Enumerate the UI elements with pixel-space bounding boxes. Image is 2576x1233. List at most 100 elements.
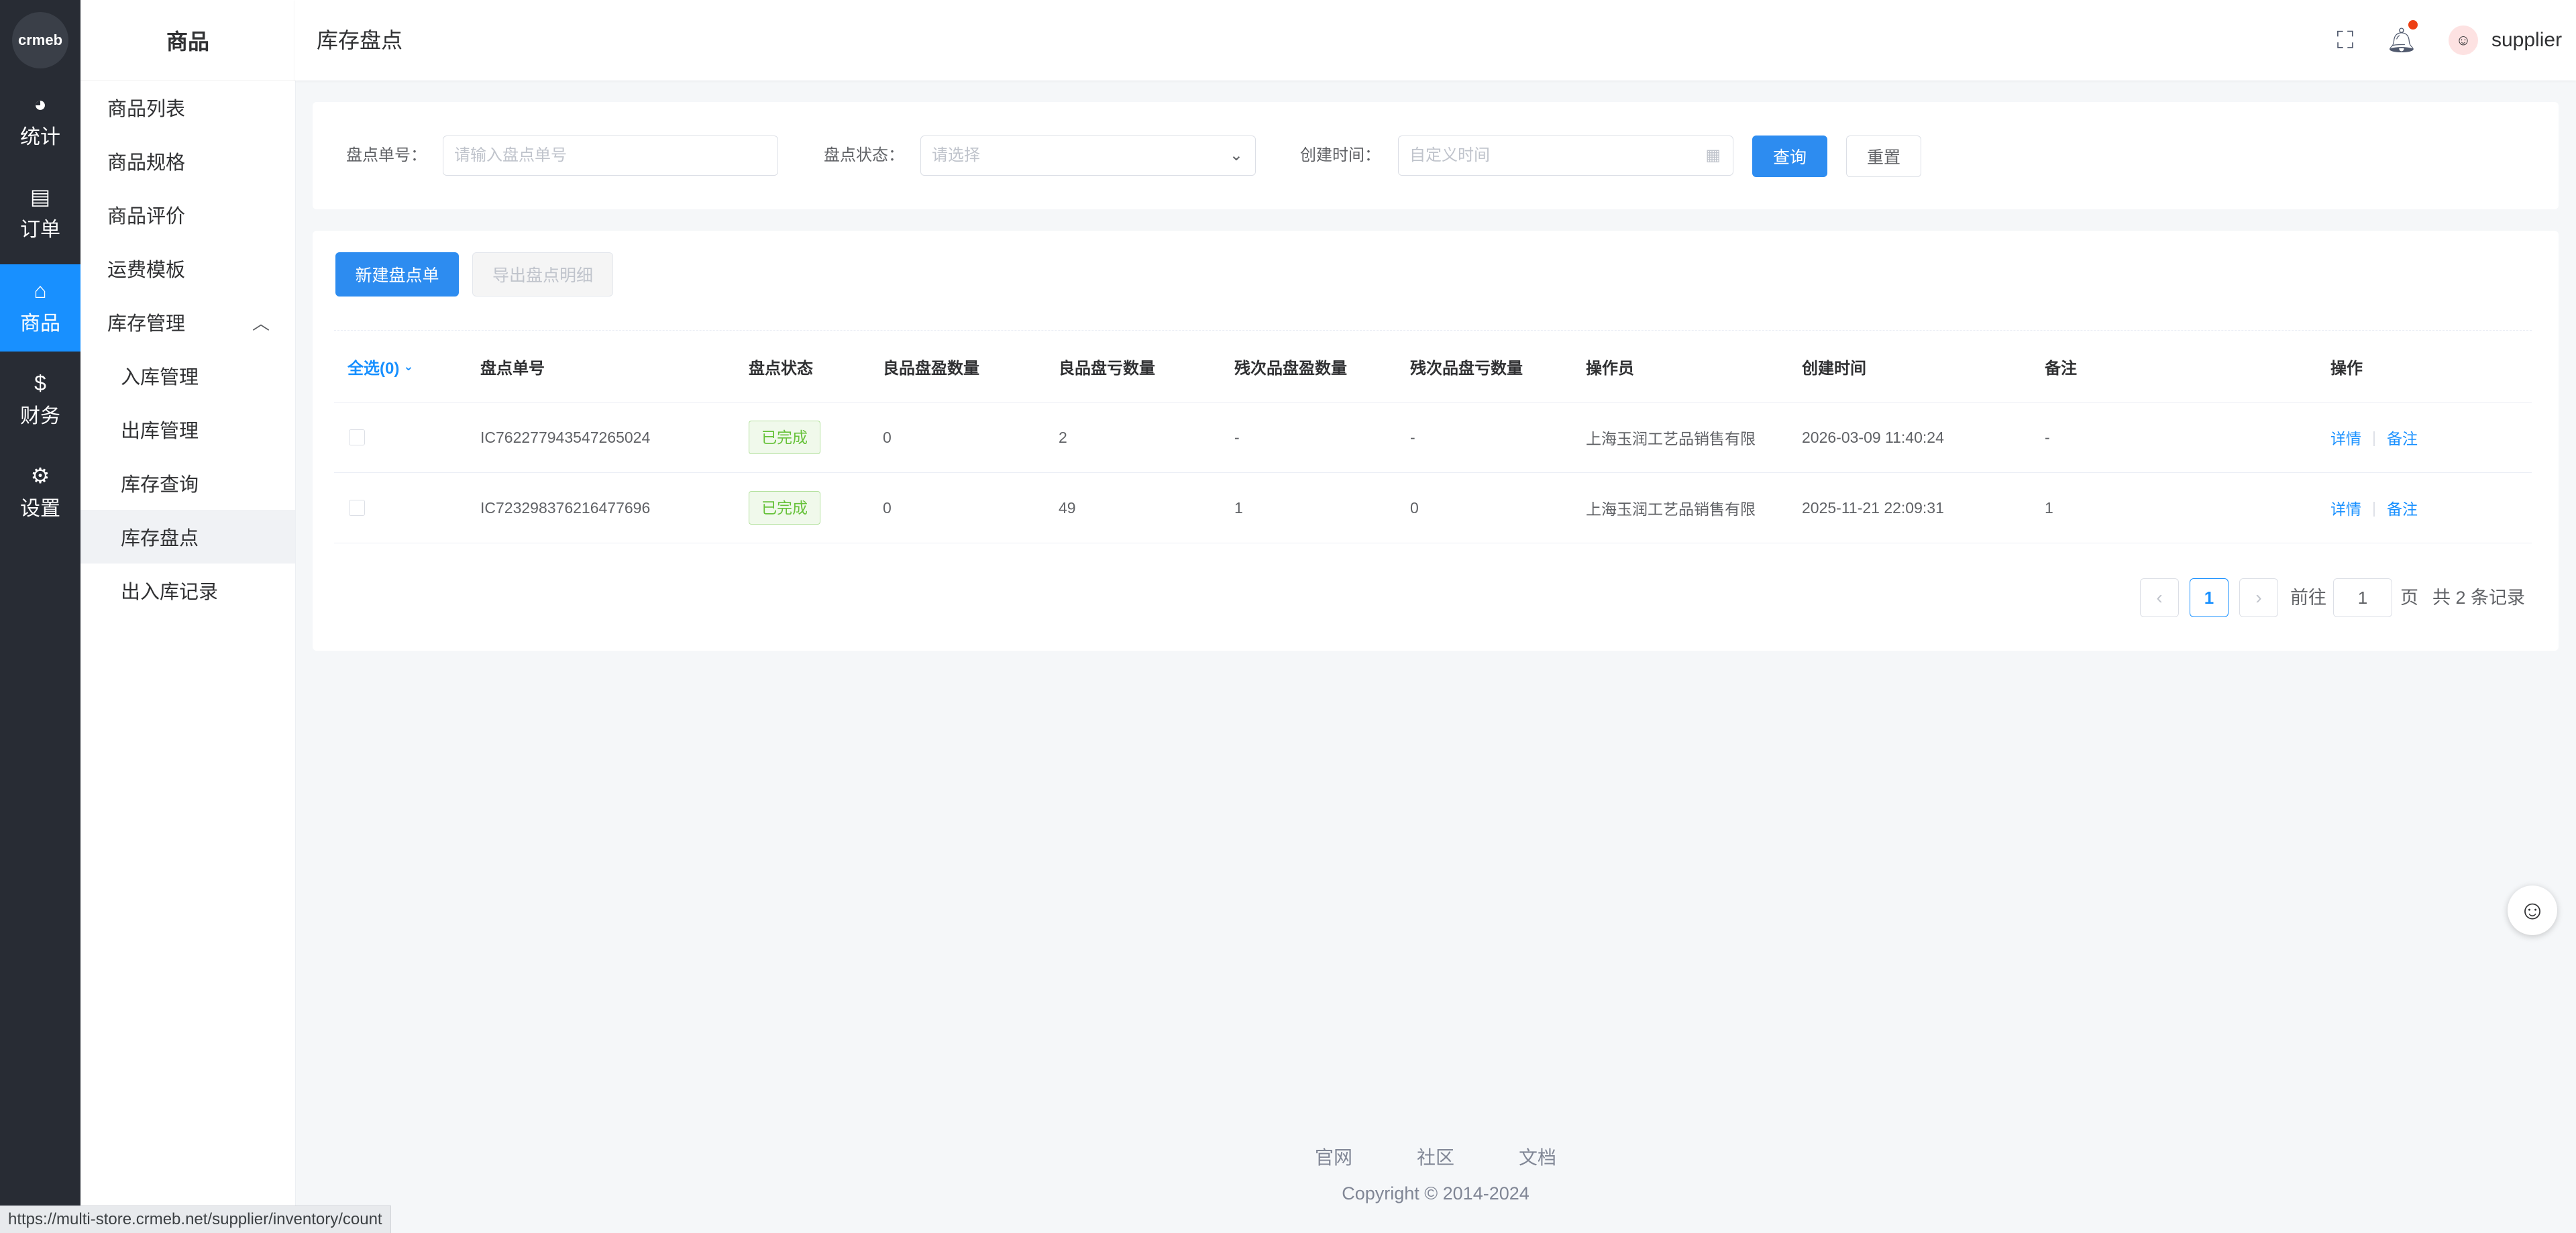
- order-no-input[interactable]: 请输入盘点单号: [443, 136, 778, 176]
- actions-cell: 详情 | 备注: [2330, 403, 2418, 472]
- basket-icon: ⌂: [34, 278, 47, 303]
- table-row: IC762277943547265024 已完成 0 2 - - 上海玉润工艺品…: [334, 403, 2532, 473]
- dollar-icon: $: [34, 371, 46, 395]
- list-panel: 新建盘点单 导出盘点明细 全选(0) ⌄ 盘点单号 盘点状态 良品盘盈数量 良品…: [313, 231, 2559, 651]
- goto-page-input[interactable]: 1: [2333, 578, 2392, 617]
- total-records: 共 2 条记录: [2432, 588, 2526, 608]
- menu-item-product-review[interactable]: 商品评价: [80, 188, 295, 242]
- table-row: IC723298376216477696 已完成 0 49 1 0 上海玉润工艺…: [334, 473, 2532, 543]
- support-avatar[interactable]: ☺: [2508, 886, 2557, 935]
- status-select[interactable]: 请选择 ⌄: [920, 136, 1256, 176]
- sub-menu: 商品 商品列表 商品规格 商品评价 运费模板 库存管理 ︿ 入库管理 出库管理 …: [80, 0, 296, 1233]
- rail-item-label: 商品: [20, 313, 60, 335]
- reset-button[interactable]: 重置: [1846, 136, 1921, 177]
- defect-gain-cell: -: [1234, 428, 1240, 446]
- good-loss-cell: 49: [1059, 498, 1076, 517]
- row-checkbox[interactable]: [349, 500, 365, 516]
- operator-cell: 上海玉润工艺品销售有限: [1586, 430, 1756, 447]
- rail-item-statistics[interactable]: ◕ 统计: [0, 78, 80, 165]
- link-status-bar: https://multi-store.crmeb.net/supplier/i…: [0, 1205, 391, 1233]
- chevron-up-icon: ︿: [252, 313, 270, 333]
- menu-item-stock-query[interactable]: 库存查询: [80, 456, 295, 510]
- status-badge: 已完成: [749, 491, 820, 525]
- rail-item-label: 统计: [20, 126, 60, 148]
- menu-item-stock-out[interactable]: 出库管理: [80, 403, 295, 456]
- defect-gain-cell: 1: [1234, 498, 1243, 517]
- rail-item-label: 财务: [20, 405, 60, 427]
- menu-item-stock-count[interactable]: 库存盘点: [80, 510, 295, 564]
- menu-item-stock-records[interactable]: 出入库记录: [80, 564, 295, 617]
- good-loss-cell: 2: [1059, 428, 1067, 446]
- date-range-picker[interactable]: 自定义时间 ▦: [1398, 136, 1733, 176]
- notification-dot: [2408, 20, 2418, 30]
- created-cell: 2025-11-21 22:09:31: [1802, 498, 1944, 517]
- document-icon: ▤: [30, 184, 51, 209]
- footer-link-docs[interactable]: 文档: [1519, 1143, 1556, 1170]
- sub-menu-title: 商品: [80, 0, 295, 81]
- main-nav-rail: crmeb ◕ 统计 ▤ 订单 ⌂ 商品 $ 财务 ⚙ 设置: [0, 0, 80, 1233]
- menu-item-product-spec[interactable]: 商品规格: [80, 134, 295, 188]
- crmeb-logo[interactable]: crmeb: [12, 12, 68, 68]
- select-all-dropdown[interactable]: 全选(0) ⌄: [347, 331, 413, 402]
- col-defect-gain: 残次品盘盈数量: [1234, 359, 1347, 378]
- status-badge: 已完成: [749, 421, 820, 454]
- prev-page-icon[interactable]: ‹: [2140, 578, 2179, 617]
- detail-link[interactable]: 详情: [2330, 496, 2361, 519]
- col-order-no: 盘点单号: [480, 359, 545, 378]
- remark-cell: 1: [2045, 498, 2053, 517]
- count-table: 全选(0) ⌄ 盘点单号 盘点状态 良品盘盈数量 良品盘亏数量 残次品盘盈数量 …: [334, 330, 2532, 543]
- detail-link[interactable]: 详情: [2330, 426, 2361, 449]
- username[interactable]: supplier: [2491, 0, 2562, 81]
- defect-loss-cell: 0: [1410, 498, 1419, 517]
- table-header: 全选(0) ⌄ 盘点单号 盘点状态 良品盘盈数量 良品盘亏数量 残次品盘盈数量 …: [334, 330, 2532, 403]
- col-remark: 备注: [2045, 359, 2077, 378]
- created-cell: 2026-03-09 11:40:24: [1802, 428, 1944, 446]
- action-divider: |: [2372, 428, 2376, 446]
- menu-item-shipping-template[interactable]: 运费模板: [80, 242, 295, 295]
- rail-item-products[interactable]: ⌂ 商品: [0, 264, 80, 352]
- remark-cell: -: [2045, 428, 2050, 446]
- status-placeholder: 请选择: [932, 146, 980, 164]
- avatar[interactable]: ☺: [2449, 25, 2478, 55]
- fullscreen-icon[interactable]: ⛶: [2328, 23, 2363, 58]
- pie-chart-icon: ◕: [34, 92, 47, 116]
- menu-item-stock-in[interactable]: 入库管理: [80, 349, 295, 403]
- rail-item-label: 设置: [20, 498, 60, 520]
- remark-link[interactable]: 备注: [2387, 426, 2418, 449]
- menu-group-label: 库存管理: [107, 313, 186, 335]
- rail-item-label: 订单: [20, 219, 60, 241]
- export-detail-button[interactable]: 导出盘点明细: [472, 252, 613, 297]
- footer-link-community[interactable]: 社区: [1417, 1143, 1454, 1170]
- rail-item-orders[interactable]: ▤ 订单: [0, 170, 80, 258]
- defect-loss-cell: -: [1410, 428, 1415, 446]
- col-good-loss: 良品盘亏数量: [1059, 359, 1155, 378]
- goto-label: 前往: [2290, 588, 2326, 608]
- operator-cell: 上海玉润工艺品销售有限: [1586, 500, 1756, 518]
- top-header: 库存盘点: [295, 0, 2576, 81]
- row-checkbox[interactable]: [349, 429, 365, 445]
- good-gain-cell: 0: [883, 498, 892, 517]
- col-actions: 操作: [2330, 359, 2363, 378]
- next-page-icon[interactable]: ›: [2239, 578, 2278, 617]
- rail-item-finance[interactable]: $ 财务: [0, 357, 80, 444]
- calendar-icon: ▦: [1705, 146, 1721, 164]
- date-placeholder: 自定义时间: [1409, 146, 1490, 164]
- pagination: ‹ 1 › 前往 1 页 共 2 条记录: [313, 578, 2559, 619]
- order-no-cell: IC762277943547265024: [480, 428, 651, 446]
- remark-link[interactable]: 备注: [2387, 496, 2418, 519]
- order-no-label: 盘点单号：: [346, 146, 427, 164]
- footer-link-official[interactable]: 官网: [1315, 1143, 1352, 1170]
- page-number-current[interactable]: 1: [2190, 578, 2229, 617]
- actions-cell: 详情 | 备注: [2330, 473, 2418, 543]
- col-created: 创建时间: [1802, 359, 1866, 378]
- action-divider: |: [2372, 498, 2376, 517]
- chevron-down-icon: ⌄: [403, 359, 414, 373]
- col-good-gain: 良品盘盈数量: [883, 359, 979, 378]
- menu-item-product-list[interactable]: 商品列表: [80, 81, 295, 134]
- page-label: 页: [2400, 588, 2418, 608]
- time-label: 创建时间：: [1300, 146, 1381, 164]
- query-button[interactable]: 查询: [1752, 136, 1827, 177]
- new-count-button[interactable]: 新建盘点单: [335, 252, 459, 297]
- menu-group-inventory[interactable]: 库存管理 ︿: [80, 295, 295, 349]
- rail-item-settings[interactable]: ⚙ 设置: [0, 449, 80, 537]
